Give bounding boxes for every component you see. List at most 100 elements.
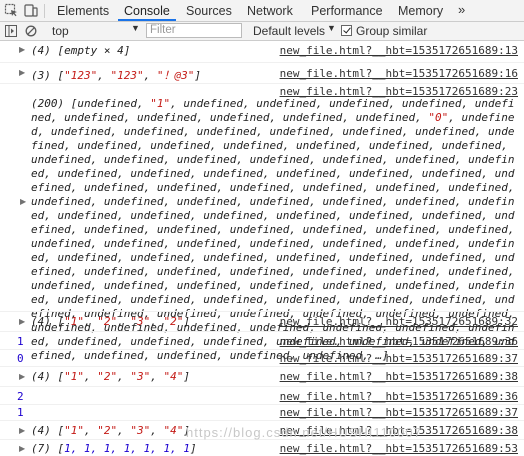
console-message: ▶ (4) ["1", "2", "3", "2"] new_file.html… bbox=[0, 311, 524, 331]
array-token: , bbox=[507, 223, 515, 236]
tab-elements[interactable]: Elements bbox=[57, 4, 109, 18]
log-array[interactable]: (4) ["1", "2", "3", "4"] bbox=[31, 424, 190, 437]
array-token: , bbox=[329, 125, 343, 138]
array-token: , bbox=[189, 293, 204, 306]
expand-arrow-icon[interactable]: ▶ bbox=[19, 45, 25, 54]
more-tabs-button[interactable]: » bbox=[458, 2, 465, 17]
array-token: , bbox=[282, 139, 296, 152]
log-array[interactable]: (3) ["123", "123", "！@3"] bbox=[31, 67, 201, 83]
array-token: "！@3" bbox=[156, 69, 195, 82]
log-array[interactable]: (7) [1, 1, 1, 1, 1, 1, 1] bbox=[31, 442, 197, 455]
expand-arrow-icon[interactable]: ▶ bbox=[19, 68, 25, 77]
array-token: undefined bbox=[322, 279, 383, 292]
array-token: undefined bbox=[156, 223, 217, 236]
source-link[interactable]: new_file.html?__hbt=1535172651689:53 bbox=[280, 442, 518, 455]
array-token: (3) [ bbox=[31, 69, 65, 82]
array-token: undefined bbox=[282, 111, 343, 124]
array-token: , bbox=[382, 237, 396, 250]
array-token: , bbox=[136, 97, 151, 110]
console-message: ▶ (4) [empty × 4] new_file.html?__hbt=15… bbox=[0, 41, 524, 62]
log-array[interactable]: (4) [empty × 4] bbox=[31, 44, 130, 57]
array-token: , bbox=[50, 111, 65, 124]
source-link[interactable]: new_file.html?__hbt=1535172651689:37 bbox=[280, 352, 518, 365]
array-token: , bbox=[335, 251, 349, 264]
array-token: , bbox=[315, 97, 330, 110]
array-token: undefined bbox=[322, 153, 383, 166]
source-link[interactable]: new_file.html?__hbt=1535172651689:36 bbox=[280, 390, 518, 403]
array-token: , bbox=[408, 209, 422, 222]
array-token: undefined bbox=[322, 195, 383, 208]
array-token: undefined bbox=[176, 237, 237, 250]
tab-console[interactable]: Console bbox=[124, 4, 170, 18]
array-token: , bbox=[382, 153, 396, 166]
group-similar-checkbox[interactable] bbox=[341, 25, 352, 36]
context-selector[interactable]: top bbox=[52, 24, 69, 38]
expand-arrow-icon[interactable]: ▶ bbox=[19, 372, 25, 381]
array-token: , bbox=[97, 69, 111, 82]
array-token: , bbox=[481, 209, 495, 222]
source-link[interactable]: new_file.html?__hbt=1535172651689:38 bbox=[280, 370, 518, 383]
sidebar-toggle-icon[interactable] bbox=[5, 25, 17, 40]
array-token: ] bbox=[183, 315, 190, 328]
tab-performance[interactable]: Performance bbox=[311, 4, 383, 18]
array-token: , bbox=[163, 237, 177, 250]
array-token: undefined bbox=[229, 265, 290, 278]
device-toolbar-icon[interactable] bbox=[24, 3, 38, 17]
array-token: , bbox=[196, 111, 210, 124]
array-token: (4) [ bbox=[31, 315, 65, 328]
array-token: undefined bbox=[156, 181, 217, 194]
tab-network[interactable]: Network bbox=[247, 4, 293, 18]
array-token: undefined bbox=[103, 279, 164, 292]
array-token: , bbox=[362, 181, 376, 194]
chevron-down-icon[interactable]: ▼ bbox=[131, 23, 140, 33]
clear-console-icon[interactable] bbox=[25, 25, 37, 40]
array-token: undefined bbox=[269, 125, 330, 138]
array-token: , bbox=[136, 139, 151, 152]
chevron-down-icon[interactable]: ▼ bbox=[327, 23, 336, 33]
expand-arrow-icon[interactable]: ▶ bbox=[19, 444, 25, 453]
array-token: undefined bbox=[348, 293, 409, 306]
array-token: , bbox=[37, 125, 51, 138]
tab-sources[interactable]: Sources bbox=[186, 4, 232, 18]
console-message: 1 new_file.html?__hbt=1535172651689:37 bbox=[0, 404, 524, 420]
array-token: "2" bbox=[97, 315, 118, 328]
array-token: "3" bbox=[130, 315, 151, 328]
log-array[interactable]: (4) ["1", "2", "3", "2"] bbox=[31, 315, 190, 328]
array-token: (4) [ bbox=[31, 370, 65, 383]
array-token: undefined bbox=[342, 125, 402, 138]
array-token: undefined bbox=[448, 223, 508, 236]
array-token: , bbox=[435, 223, 449, 236]
expand-arrow-icon[interactable]: ▶ bbox=[19, 317, 25, 326]
array-token: undefined bbox=[375, 181, 436, 194]
source-link[interactable]: new_file.html?__hbt=1535172651689:32 bbox=[280, 315, 518, 328]
array-token: "2" bbox=[163, 315, 184, 328]
array-token: , bbox=[382, 195, 396, 208]
array-token: , bbox=[435, 181, 449, 194]
console-message: new_file.html?__hbt=1535172651689:23 ▶ (… bbox=[0, 83, 524, 362]
source-link[interactable]: new_file.html?__hbt=1535172651689:13 bbox=[280, 44, 518, 57]
source-link[interactable]: new_file.html?__hbt=1535172651689:37 bbox=[280, 406, 518, 419]
inspect-element-icon[interactable] bbox=[4, 3, 18, 17]
array-token: "0" bbox=[428, 111, 449, 124]
array-token: undefined bbox=[395, 279, 455, 292]
expand-arrow-icon[interactable]: ▶ bbox=[19, 426, 25, 435]
array-token: , bbox=[117, 167, 131, 180]
array-token: , bbox=[163, 195, 177, 208]
array-token: undefined bbox=[348, 251, 409, 264]
array-token: , bbox=[84, 424, 98, 437]
filter-input[interactable]: Filter bbox=[146, 23, 242, 38]
array-token: , bbox=[44, 251, 58, 264]
source-link[interactable]: new_file.html?__hbt=1535172651689:36 bbox=[280, 335, 518, 348]
log-levels-dropdown[interactable]: Default levels bbox=[253, 24, 325, 38]
source-link[interactable]: new_file.html?__hbt=1535172651689:16 bbox=[280, 67, 518, 80]
array-token: , bbox=[84, 315, 98, 328]
array-token: undefined bbox=[31, 153, 91, 166]
log-array[interactable]: (4) ["1", "2", "3", "4"] bbox=[31, 370, 190, 383]
log-number: 2 bbox=[17, 390, 24, 403]
array-token: ] bbox=[194, 69, 201, 82]
array-token: , bbox=[150, 315, 164, 328]
array-token: undefined bbox=[84, 223, 144, 236]
expand-arrow-icon[interactable]: ▶ bbox=[20, 197, 26, 206]
tab-memory[interactable]: Memory bbox=[398, 4, 443, 18]
console-message: ▶ (3) ["123", "123", "！@3"] new_file.htm… bbox=[0, 62, 524, 83]
